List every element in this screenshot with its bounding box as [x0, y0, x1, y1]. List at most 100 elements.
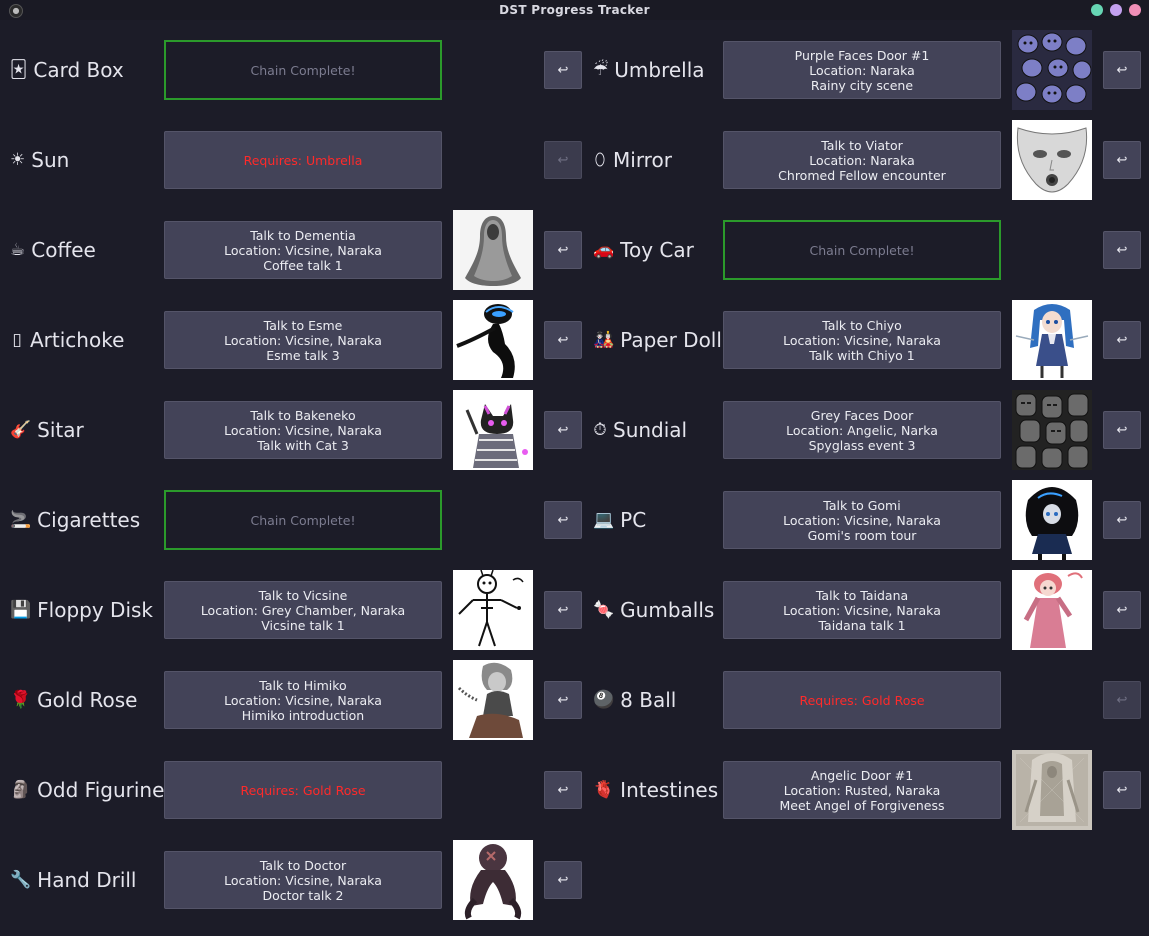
tracker-row-sundial: ⏱ Sundial Grey Faces Door Location: Angelic…: [593, 390, 1143, 470]
task-button[interactable]: Talk to Gomi Location: Vicsine, Naraka Gom…: [723, 491, 1001, 549]
chain-complete-box: Chain Complete!: [723, 220, 1001, 280]
item-name: Intestines: [620, 778, 719, 802]
task-button[interactable]: Talk to Bakeneko Location: Vicsine, Narak…: [164, 401, 442, 459]
task-button[interactable]: Talk to Dementia Location: Vicsine, Narak…: [164, 221, 442, 279]
undo-button[interactable]: ↩: [1103, 681, 1141, 719]
item-label: 🎎 Paper Doll: [593, 310, 722, 370]
task-event: Talk with Cat 3: [257, 437, 349, 453]
item-name: Paper Doll: [620, 328, 722, 352]
undo-icon: ↩: [557, 332, 569, 348]
tracker-row-cigarettes: 🚬 Cigarettes Chain Complete! ↩: [10, 490, 585, 550]
item-name: Coffee: [31, 238, 96, 262]
task-location: Location: Vicsine, Naraka: [783, 512, 941, 528]
undo-button[interactable]: ↩: [1103, 321, 1141, 359]
task-title: Requires: Gold Rose: [240, 782, 366, 798]
window-button-lilac[interactable]: [1110, 4, 1122, 16]
task-event: Coffee talk 1: [263, 257, 343, 273]
undo-button[interactable]: ↩: [544, 591, 582, 629]
task-location: Location: Vicsine, Naraka: [783, 602, 941, 618]
undo-button[interactable]: ↩: [544, 411, 582, 449]
chain-complete-box: Chain Complete!: [164, 490, 442, 550]
task-button[interactable]: Talk to Vicsine Location: Grey Chamber, N…: [164, 581, 442, 639]
task-location: Location: Vicsine, Naraka: [783, 332, 941, 348]
undo-button[interactable]: ↩: [1103, 771, 1141, 809]
item-label: 🌹 Gold Rose: [10, 670, 137, 730]
task-event: Esme talk 3: [266, 347, 340, 363]
item-label: 💻 PC: [593, 490, 646, 550]
tracker-row-intestines: 🫀 Intestines Angelic Door #1 Location: Rust…: [593, 750, 1143, 830]
item-label: 🎸 Sitar: [10, 400, 84, 460]
task-title: Grey Faces Door: [810, 407, 914, 423]
task-button[interactable]: Talk to Viator Location: Naraka Chromed Fe…: [723, 131, 1001, 189]
floppy-disk-icon: 💾: [10, 600, 32, 620]
undo-icon: ↩: [1116, 692, 1128, 708]
item-name: Floppy Disk: [37, 598, 154, 622]
task-button[interactable]: Purple Faces Door #1 Location: Naraka Rain…: [723, 41, 1001, 99]
undo-button[interactable]: ↩: [544, 321, 582, 359]
task-title: Talk to Bakeneko: [250, 407, 356, 423]
task-location: Location: Naraka: [809, 152, 915, 168]
task-location: Location: Rusted, Naraka: [783, 782, 941, 798]
task-event: Gomi's room tour: [807, 527, 917, 543]
item-label: 🗿 Odd Figurine: [10, 760, 164, 820]
item-name: Odd Figurine: [37, 778, 165, 802]
tracker-row-card-box: 🃏 Card Box Chain Complete! ↩: [10, 40, 585, 100]
undo-button[interactable]: ↩: [1103, 231, 1141, 269]
task-title: Chain Complete!: [250, 62, 356, 78]
tracker-row-coffee: ☕ Coffee Talk to Dementia Location: Vicsine…: [10, 210, 585, 290]
tracker-row-toy-car: 🚗 Toy Car Chain Complete! ↩: [593, 220, 1143, 280]
task-button[interactable]: Talk to Esme Location: Vicsine, Naraka Esm…: [164, 311, 442, 369]
undo-button[interactable]: ↩: [544, 681, 582, 719]
undo-button[interactable]: ↩: [1103, 501, 1141, 539]
item-name: Sitar: [37, 418, 84, 442]
mirror-icon: ⬯: [594, 150, 606, 170]
character-thumbnail-taidana: [1012, 570, 1092, 650]
requirement-box: Requires: Gold Rose: [723, 671, 1001, 729]
requirement-box: Requires: Gold Rose: [164, 761, 442, 819]
undo-icon: ↩: [557, 602, 569, 618]
undo-icon: ↩: [1116, 332, 1128, 348]
undo-button[interactable]: ↩: [544, 861, 582, 899]
undo-button[interactable]: ↩: [1103, 411, 1141, 449]
task-title: Talk to Esme: [263, 317, 343, 333]
window-controls: [1091, 4, 1141, 16]
app-icon: ●: [9, 4, 23, 18]
task-button[interactable]: Grey Faces Door Location: Angelic, Narka S…: [723, 401, 1001, 459]
task-event: Talk with Chiyo 1: [809, 347, 915, 363]
undo-button[interactable]: ↩: [1103, 51, 1141, 89]
tracker-row-paper-doll: 🎎 Paper Doll Talk to Chiyo Location: Vicsin…: [593, 300, 1143, 380]
task-location: Location: Vicsine, Naraka: [224, 692, 382, 708]
pc-icon: 💻: [593, 510, 615, 530]
undo-button[interactable]: ↩: [544, 771, 582, 809]
task-location: Location: Vicsine, Naraka: [224, 872, 382, 888]
undo-button[interactable]: ↩: [544, 501, 582, 539]
window-button-pink[interactable]: [1129, 4, 1141, 16]
undo-button[interactable]: ↩: [1103, 141, 1141, 179]
character-thumbnail-grey-faces: [1012, 390, 1092, 470]
item-name: Sundial: [613, 418, 688, 442]
task-location: Location: Vicsine, Naraka: [224, 422, 382, 438]
undo-button[interactable]: ↩: [544, 231, 582, 269]
item-label: ☀ Sun: [10, 130, 69, 190]
item-label: 🔧 Hand Drill: [10, 850, 137, 910]
task-button[interactable]: Talk to Chiyo Location: Vicsine, Naraka Ta…: [723, 311, 1001, 369]
undo-button[interactable]: ↩: [544, 51, 582, 89]
task-title: Talk to Dementia: [250, 227, 356, 243]
task-button[interactable]: Talk to Himiko Location: Vicsine, Naraka H…: [164, 671, 442, 729]
window-button-teal[interactable]: [1091, 4, 1103, 16]
item-name: 8 Ball: [620, 688, 677, 712]
task-button[interactable]: Talk to Doctor Location: Vicsine, Naraka D…: [164, 851, 442, 909]
intestines-icon: 🫀: [593, 780, 615, 800]
task-button[interactable]: Angelic Door #1 Location: Rusted, Naraka M…: [723, 761, 1001, 819]
task-event: Chromed Fellow encounter: [778, 167, 946, 183]
sun-icon: ☀: [10, 150, 26, 170]
undo-button[interactable]: ↩: [544, 141, 582, 179]
undo-button[interactable]: ↩: [1103, 591, 1141, 629]
item-name: Card Box: [33, 58, 124, 82]
task-title: Talk to Doctor: [259, 857, 347, 873]
title-bar: ● DST Progress Tracker: [0, 0, 1149, 20]
tracker-row-pc: 💻 PC Talk to Gomi Location: Vicsine, Naraka…: [593, 480, 1143, 560]
item-label: ⏱ Sundial: [593, 400, 687, 460]
character-thumbnail-esme: [453, 300, 533, 380]
task-button[interactable]: Talk to Taidana Location: Vicsine, Naraka…: [723, 581, 1001, 639]
